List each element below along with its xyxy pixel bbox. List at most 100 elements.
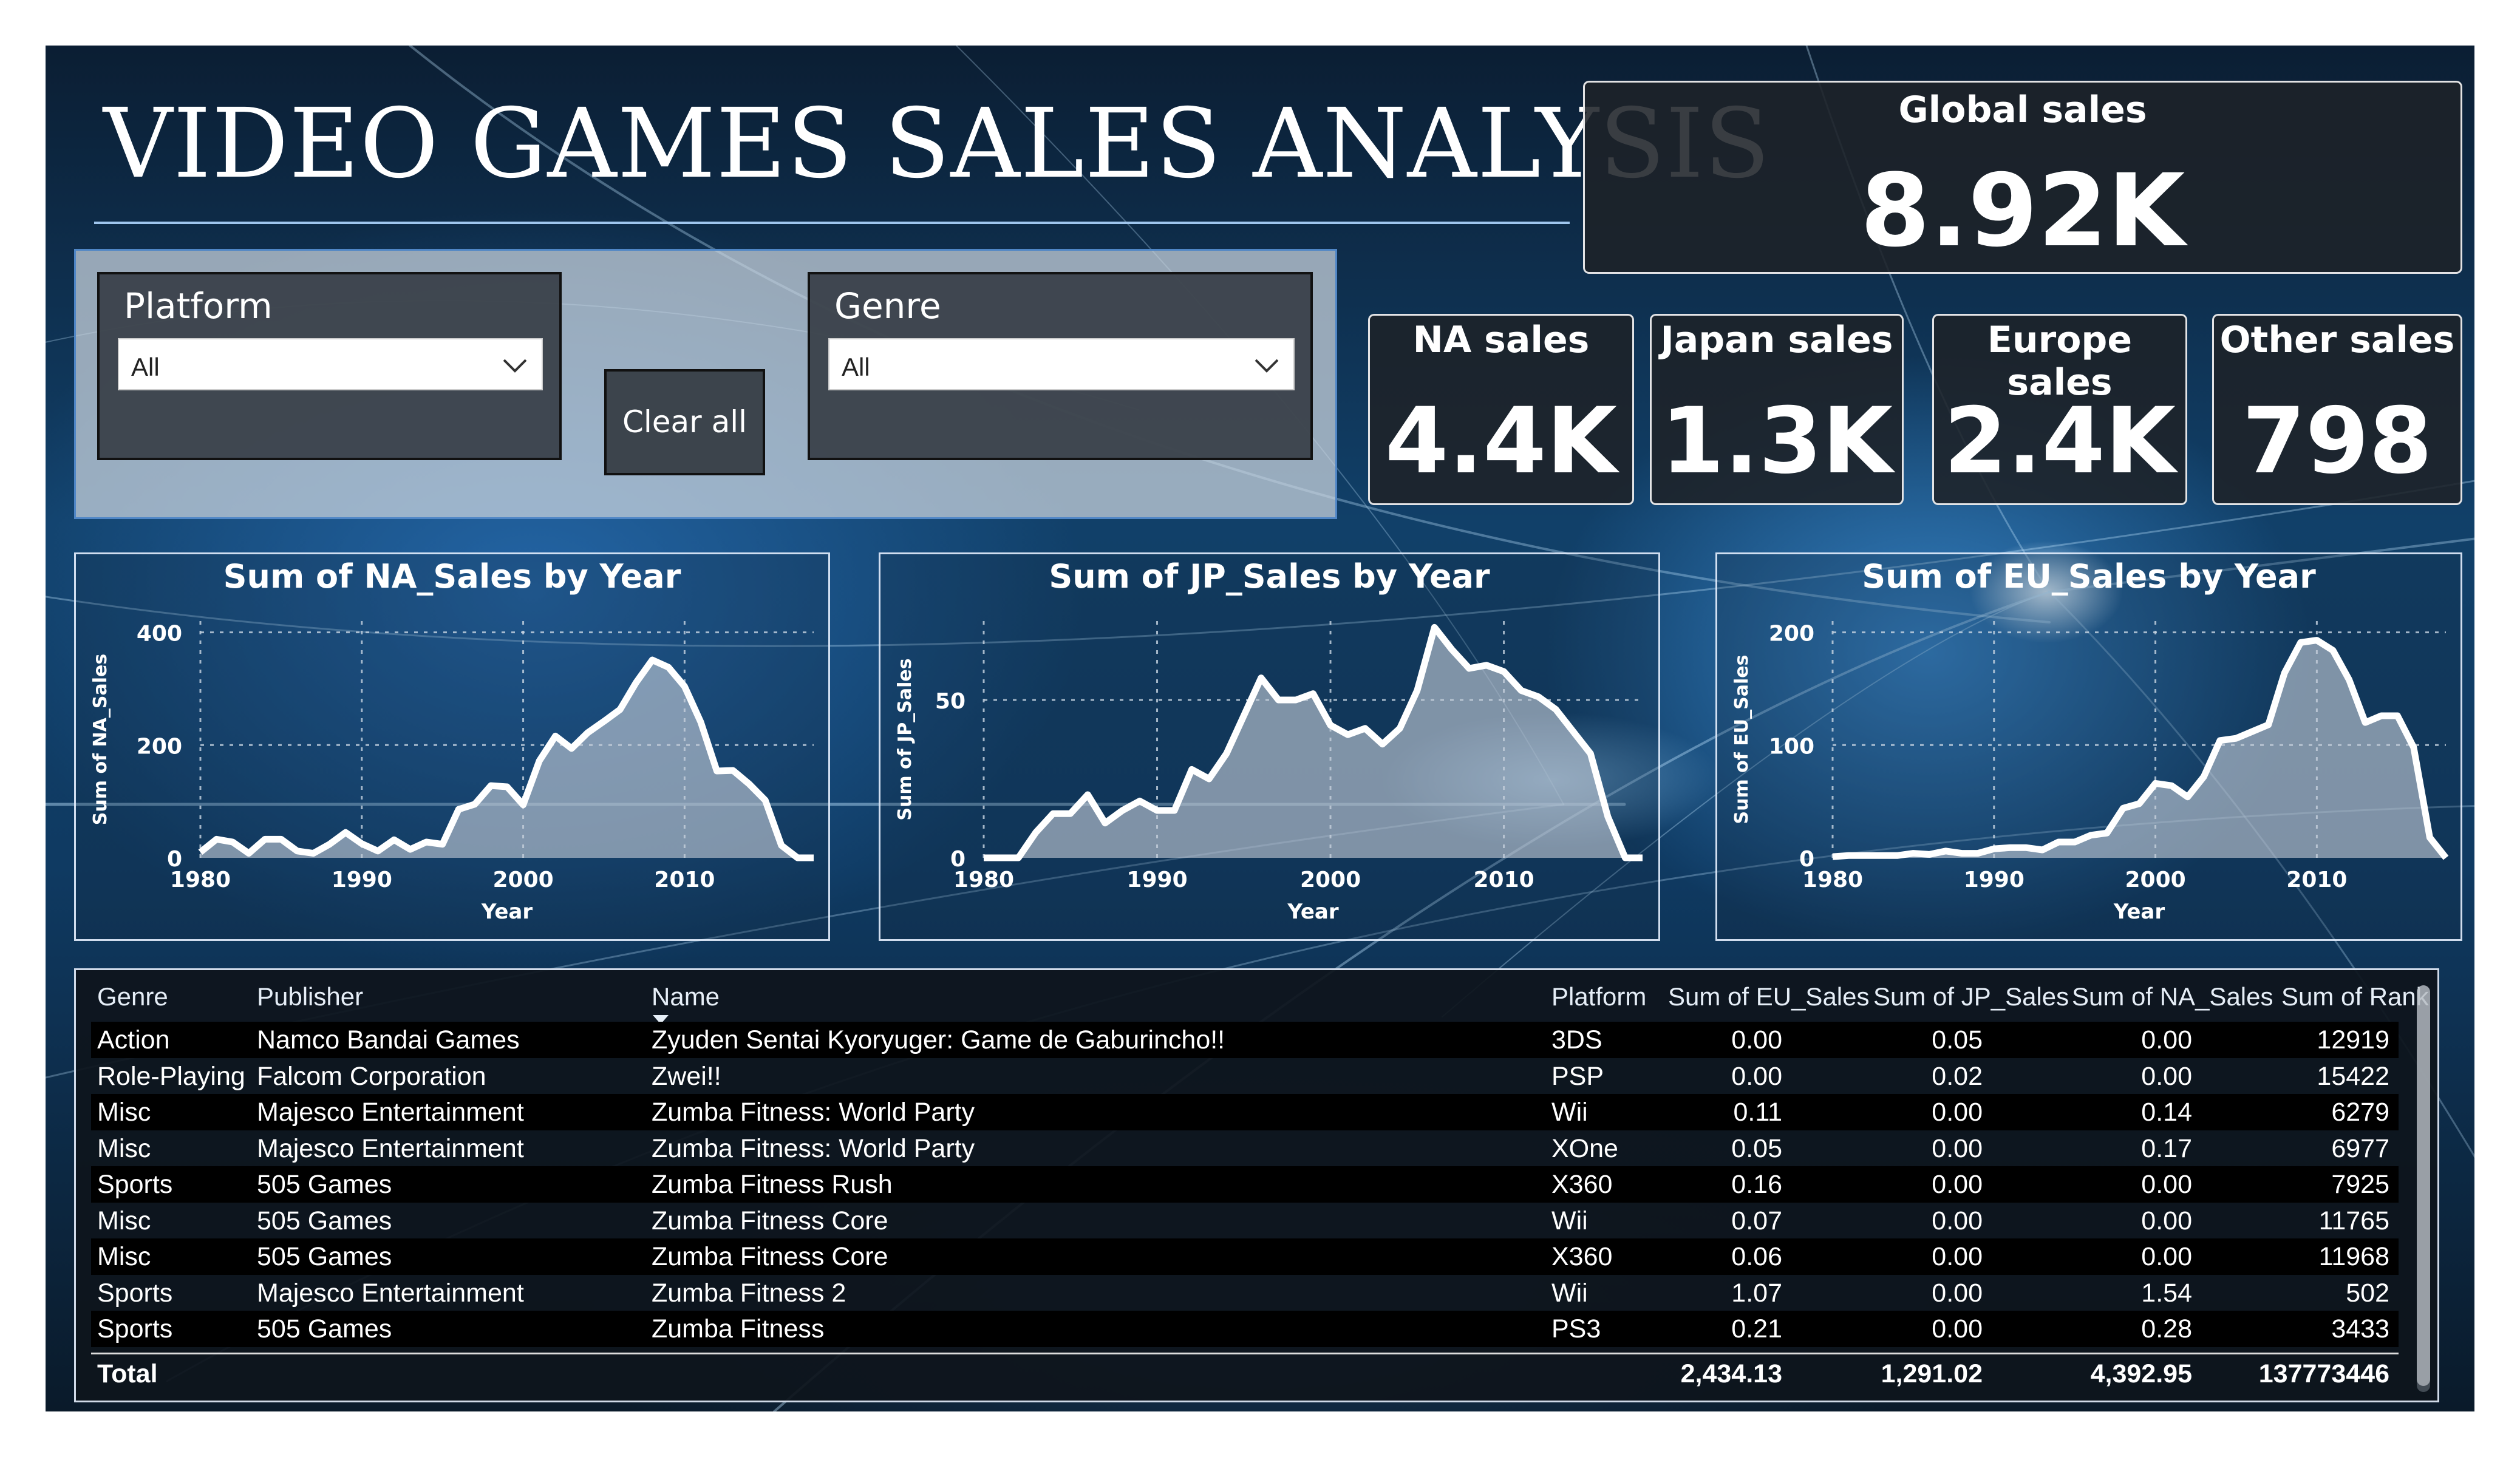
column-header-jp-sales[interactable]: Sum of JP_Sales <box>1873 982 2069 1011</box>
global-sales-label: Global sales <box>1898 89 2147 131</box>
name-cell: Zyuden Sentai Kyoryuger: Game de Gaburin… <box>652 1025 1225 1055</box>
genre-cell: Sports <box>97 1278 173 1308</box>
platform-cell: 3DS <box>1551 1025 1602 1055</box>
x-axis-title: Year <box>1287 900 1339 924</box>
eu-sales-cell: 1.07 <box>1731 1278 1782 1308</box>
y-tick-label: 200 <box>137 734 182 759</box>
x-axis-title: Year <box>2113 900 2165 924</box>
column-header-platform[interactable]: Platform <box>1551 982 1646 1011</box>
table-row[interactable]: Misc 505 Games Zumba Fitness Core Wii 0.07 0.… <box>91 1203 2399 1239</box>
name-cell: Zumba Fitness Core <box>652 1242 888 1271</box>
rank-cell: 12919 <box>2317 1025 2389 1055</box>
scrollbar-thumb[interactable] <box>2417 985 2430 1386</box>
platform-dropdown[interactable]: All <box>118 338 543 390</box>
rank-cell: 7925 <box>2331 1170 2389 1199</box>
eu-sales-cell: 0.00 <box>1731 1025 1782 1055</box>
column-header-genre[interactable]: Genre <box>97 982 168 1011</box>
table-row[interactable]: Role-Playing Falcom Corporation Zwei!! PSP 0… <box>91 1058 2399 1095</box>
x-tick-label: 2010 <box>654 868 715 892</box>
jp-sales-cell: 0.00 <box>1932 1133 1983 1163</box>
table-row[interactable]: Sports Majesco Entertainment Zumba Fitness… <box>91 1275 2399 1311</box>
chevron-down-icon <box>503 359 527 373</box>
publisher-cell: 505 Games <box>257 1314 392 1343</box>
column-header-publisher[interactable]: Publisher <box>257 982 363 1011</box>
eu-sales-cell: 0.21 <box>1731 1314 1782 1343</box>
kpi-label: NA sales <box>1412 319 1590 361</box>
rank-cell: 6977 <box>2331 1133 2389 1163</box>
na-sales-cell: 0.17 <box>2141 1133 2192 1163</box>
total-label: Total <box>97 1359 158 1388</box>
na-sales-chart[interactable]: Sum of NA_Sales by Year 0 200 400 1980 1990 20… <box>74 552 830 941</box>
platform-cell: X360 <box>1551 1170 1613 1199</box>
publisher-cell: 505 Games <box>257 1170 392 1199</box>
publisher-cell: Majesco Entertainment <box>257 1098 524 1127</box>
area-fill <box>200 660 814 858</box>
global-sales-value: 8.92K <box>1860 152 2185 269</box>
genre-dropdown[interactable]: All <box>828 338 1295 390</box>
y-tick-label: 50 <box>935 689 965 714</box>
jp-sales-chart[interactable]: Sum of JP_Sales by Year 0 50 1980 1990 2000 20… <box>879 552 1660 941</box>
column-header-eu-sales[interactable]: Sum of EU_Sales <box>1668 982 1870 1011</box>
x-tick-label: 2000 <box>492 868 553 892</box>
table-row[interactable]: Misc Majesco Entertainment Zumba Fitness: … <box>91 1094 2399 1130</box>
table-row[interactable]: Sports 505 Games Zumba Fitness Rush X360 0.1… <box>91 1166 2399 1203</box>
eu-sales-cell: 0.00 <box>1731 1061 1782 1091</box>
platform-cell: X360 <box>1551 1242 1613 1271</box>
x-tick-label: 2000 <box>1300 868 1361 892</box>
column-header-rank[interactable]: Sum of Rank <box>2281 982 2429 1011</box>
column-header-na-sales[interactable]: Sum of NA_Sales <box>2072 982 2273 1011</box>
table-row[interactable]: Action Namco Bandai Games Zyuden Sentai Ky… <box>91 1022 2399 1058</box>
eu-sales-cell: 0.16 <box>1731 1170 1782 1199</box>
area-fill <box>1833 640 2446 858</box>
x-tick-label: 2000 <box>2125 868 2185 892</box>
genre-cell: Misc <box>97 1242 151 1271</box>
publisher-cell: 505 Games <box>257 1242 392 1271</box>
name-cell: Zumba Fitness: World Party <box>652 1133 975 1163</box>
y-axis-title: Sum of NA_Sales <box>90 654 111 825</box>
table-scrollbar[interactable] <box>2417 985 2430 1392</box>
column-header-name[interactable]: Name <box>652 982 720 1011</box>
jp-sales-cell: 0.00 <box>1932 1170 1983 1199</box>
jp-sales-cell: 0.00 <box>1932 1098 1983 1127</box>
name-cell: Zwei!! <box>652 1061 721 1091</box>
platform-dropdown-value: All <box>131 353 160 381</box>
y-tick-label: 200 <box>1769 622 1814 647</box>
x-tick-label: 1990 <box>1964 868 2025 892</box>
name-cell: Zumba Fitness <box>652 1314 825 1343</box>
x-tick-label: 2010 <box>1473 868 1534 892</box>
name-cell: Zumba Fitness Rush <box>652 1170 893 1199</box>
rank-cell: 3433 <box>2331 1314 2389 1343</box>
publisher-cell: Namco Bandai Games <box>257 1025 520 1055</box>
na-sales-cell: 1.54 <box>2141 1278 2192 1308</box>
platform-cell: Wii <box>1551 1278 1588 1308</box>
eu-sales-cell: 0.05 <box>1731 1133 1782 1163</box>
y-axis-title: Sum of JP_Sales <box>894 658 916 820</box>
na-sales-cell: 0.00 <box>2141 1025 2192 1055</box>
x-axis-title: Year <box>481 900 533 924</box>
jp-sales-cell: 0.00 <box>1932 1206 1983 1235</box>
x-tick-label: 1990 <box>332 868 392 892</box>
japan-sales-card: Japan sales 1.3K <box>1650 314 1904 505</box>
name-cell: Zumba Fitness 2 <box>652 1278 846 1308</box>
table-row[interactable]: Sports 505 Games Zumba Fitness PS3 0.21 0.00 0… <box>91 1311 2399 1347</box>
table-row[interactable]: Misc 505 Games Zumba Fitness Core X360 0.06 0… <box>91 1238 2399 1275</box>
eu-sales-cell: 0.07 <box>1731 1206 1782 1235</box>
na-sales-cell: 0.00 <box>2141 1206 2192 1235</box>
chevron-down-icon <box>1255 359 1279 373</box>
genre-cell: Role-Playing <box>97 1061 245 1091</box>
platform-cell: XOne <box>1551 1133 1618 1163</box>
y-tick-label: 100 <box>1769 734 1814 759</box>
rank-cell: 502 <box>2346 1278 2389 1308</box>
slicer-panel: Platform All Clear all Genre All <box>74 249 1337 519</box>
jp-sales-cell: 0.00 <box>1932 1278 1983 1308</box>
x-tick-label: 1980 <box>170 868 231 892</box>
genre-slicer: Genre All <box>808 272 1313 460</box>
clear-all-button[interactable]: Clear all <box>604 369 765 475</box>
name-cell: Zumba Fitness Core <box>652 1206 888 1235</box>
x-tick-label: 1980 <box>953 868 1014 892</box>
kpi-value: 4.4K <box>1385 389 1617 494</box>
y-tick-label: 400 <box>137 622 182 647</box>
platform-cell: PSP <box>1551 1061 1604 1091</box>
table-row[interactable]: Misc Majesco Entertainment Zumba Fitness: … <box>91 1130 2399 1167</box>
eu-sales-chart[interactable]: Sum of EU_Sales by Year 0 100 200 1980 1990 20… <box>1715 552 2462 941</box>
